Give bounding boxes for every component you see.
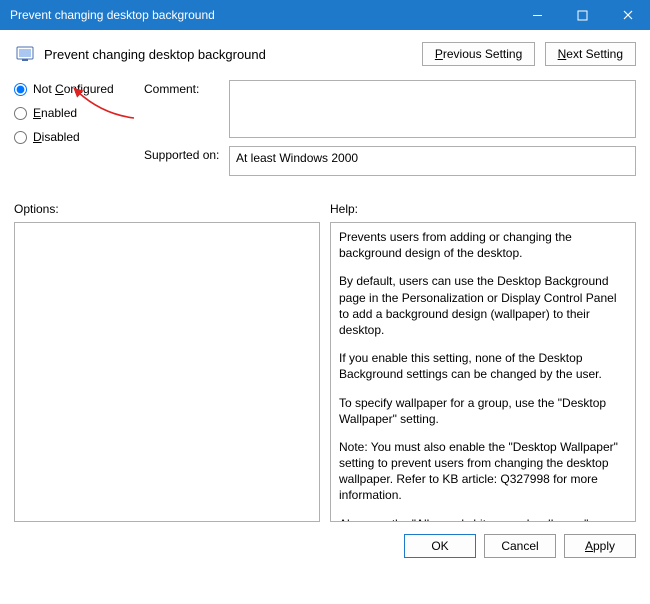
policy-title: Prevent changing desktop background xyxy=(44,47,422,62)
radio-enabled-label: Enabled xyxy=(33,106,77,120)
radio-disabled[interactable]: Disabled xyxy=(14,130,144,144)
options-panel xyxy=(14,222,320,522)
radio-disabled-input[interactable] xyxy=(14,131,27,144)
help-paragraph: If you enable this setting, none of the … xyxy=(339,350,627,382)
supported-on-label: Supported on: xyxy=(144,146,229,176)
supported-on-value: At least Windows 2000 xyxy=(229,146,636,176)
state-group: Not Configured Enabled Disabled xyxy=(14,80,144,154)
minimize-button[interactable] xyxy=(515,0,560,30)
cancel-button[interactable]: Cancel xyxy=(484,534,556,558)
radio-enabled-input[interactable] xyxy=(14,107,27,120)
next-setting-button[interactable]: Next Setting xyxy=(545,42,636,66)
window-titlebar: Prevent changing desktop background xyxy=(0,0,650,30)
help-paragraph: Prevents users from adding or changing t… xyxy=(339,229,627,261)
help-paragraph: Also, see the "Allow only bitmapped wall… xyxy=(339,516,627,522)
help-paragraph: To specify wallpaper for a group, use th… xyxy=(339,395,627,427)
close-button[interactable] xyxy=(605,0,650,30)
apply-button[interactable]: Apply xyxy=(564,534,636,558)
ok-button[interactable]: OK xyxy=(404,534,476,558)
policy-icon xyxy=(14,43,36,65)
window-title: Prevent changing desktop background xyxy=(10,8,515,22)
radio-not-configured-label: Not Configured xyxy=(33,82,114,96)
radio-enabled[interactable]: Enabled xyxy=(14,106,144,120)
comment-label: Comment: xyxy=(144,80,229,138)
previous-setting-button[interactable]: Previous Setting xyxy=(422,42,535,66)
radio-not-configured[interactable]: Not Configured xyxy=(14,82,144,96)
maximize-button[interactable] xyxy=(560,0,605,30)
help-label: Help: xyxy=(330,202,358,216)
radio-not-configured-input[interactable] xyxy=(14,83,27,96)
help-paragraph: By default, users can use the Desktop Ba… xyxy=(339,273,627,338)
comment-input[interactable] xyxy=(229,80,636,138)
help-paragraph: Note: You must also enable the "Desktop … xyxy=(339,439,627,504)
radio-disabled-label: Disabled xyxy=(33,130,80,144)
options-label: Options: xyxy=(14,202,330,216)
help-panel[interactable]: Prevents users from adding or changing t… xyxy=(330,222,636,522)
